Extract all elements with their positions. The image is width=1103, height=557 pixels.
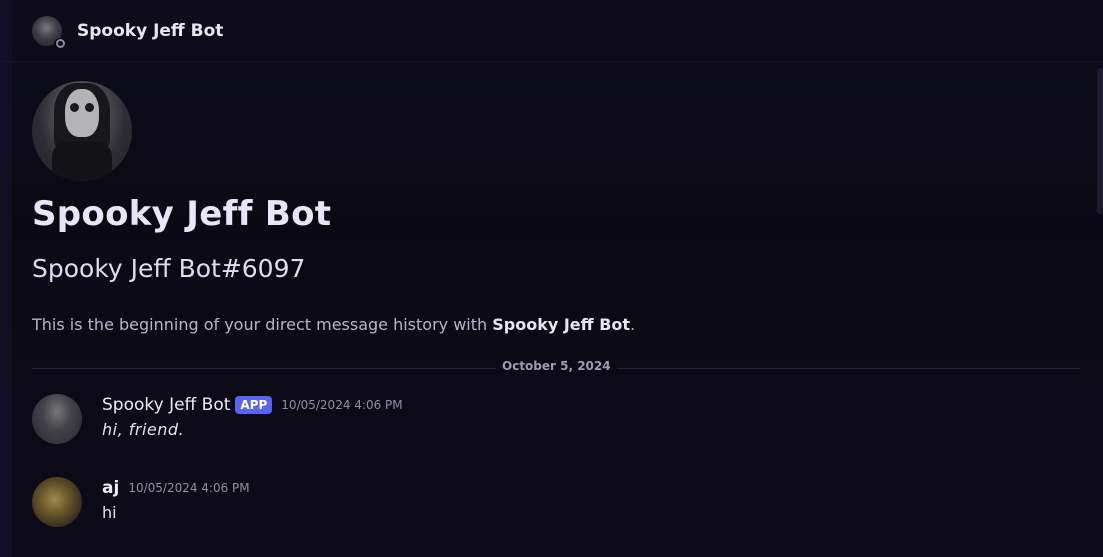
intro-suffix: . xyxy=(630,315,636,334)
message-author[interactable]: Spooky Jeff Bot xyxy=(102,395,230,415)
app-badge: APP xyxy=(235,396,273,414)
intro-prefix: This is the beginning of your direct mes… xyxy=(32,315,493,334)
bot-avatar-icon[interactable] xyxy=(32,15,66,50)
intro-name: Spooky Jeff Bot xyxy=(492,315,631,334)
message-item[interactable]: aj 10/05/2024 4:06 PM hi xyxy=(32,477,250,527)
profile-display-name: Spooky Jeff Bot xyxy=(32,194,332,234)
scrollbar-thumb[interactable] xyxy=(1097,68,1103,214)
dm-intro-text: This is the beginning of your direct mes… xyxy=(32,315,635,334)
channel-header: Spooky Jeff Bot xyxy=(0,0,1103,62)
message-text: hi xyxy=(102,503,117,522)
message-item[interactable]: Spooky Jeff Bot APP 10/05/2024 4:06 PM h… xyxy=(32,394,403,444)
bot-avatar[interactable] xyxy=(32,394,82,444)
message-author[interactable]: aj xyxy=(102,478,119,498)
offline-status-icon xyxy=(54,37,66,50)
profile-avatar[interactable] xyxy=(32,81,132,181)
message-timestamp: 10/05/2024 4:06 PM xyxy=(281,398,403,412)
dm-channel: Spooky Jeff Bot Spooky Jeff Bot Spooky J… xyxy=(0,0,1103,557)
message-text: hi, friend. xyxy=(102,420,185,439)
date-divider-label: October 5, 2024 xyxy=(496,359,617,373)
left-edge xyxy=(0,0,12,557)
header-title[interactable]: Spooky Jeff Bot xyxy=(77,21,223,41)
message-timestamp: 10/05/2024 4:06 PM xyxy=(128,481,250,495)
profile-username: Spooky Jeff Bot#6097 xyxy=(32,254,306,283)
user-avatar[interactable] xyxy=(32,477,82,527)
